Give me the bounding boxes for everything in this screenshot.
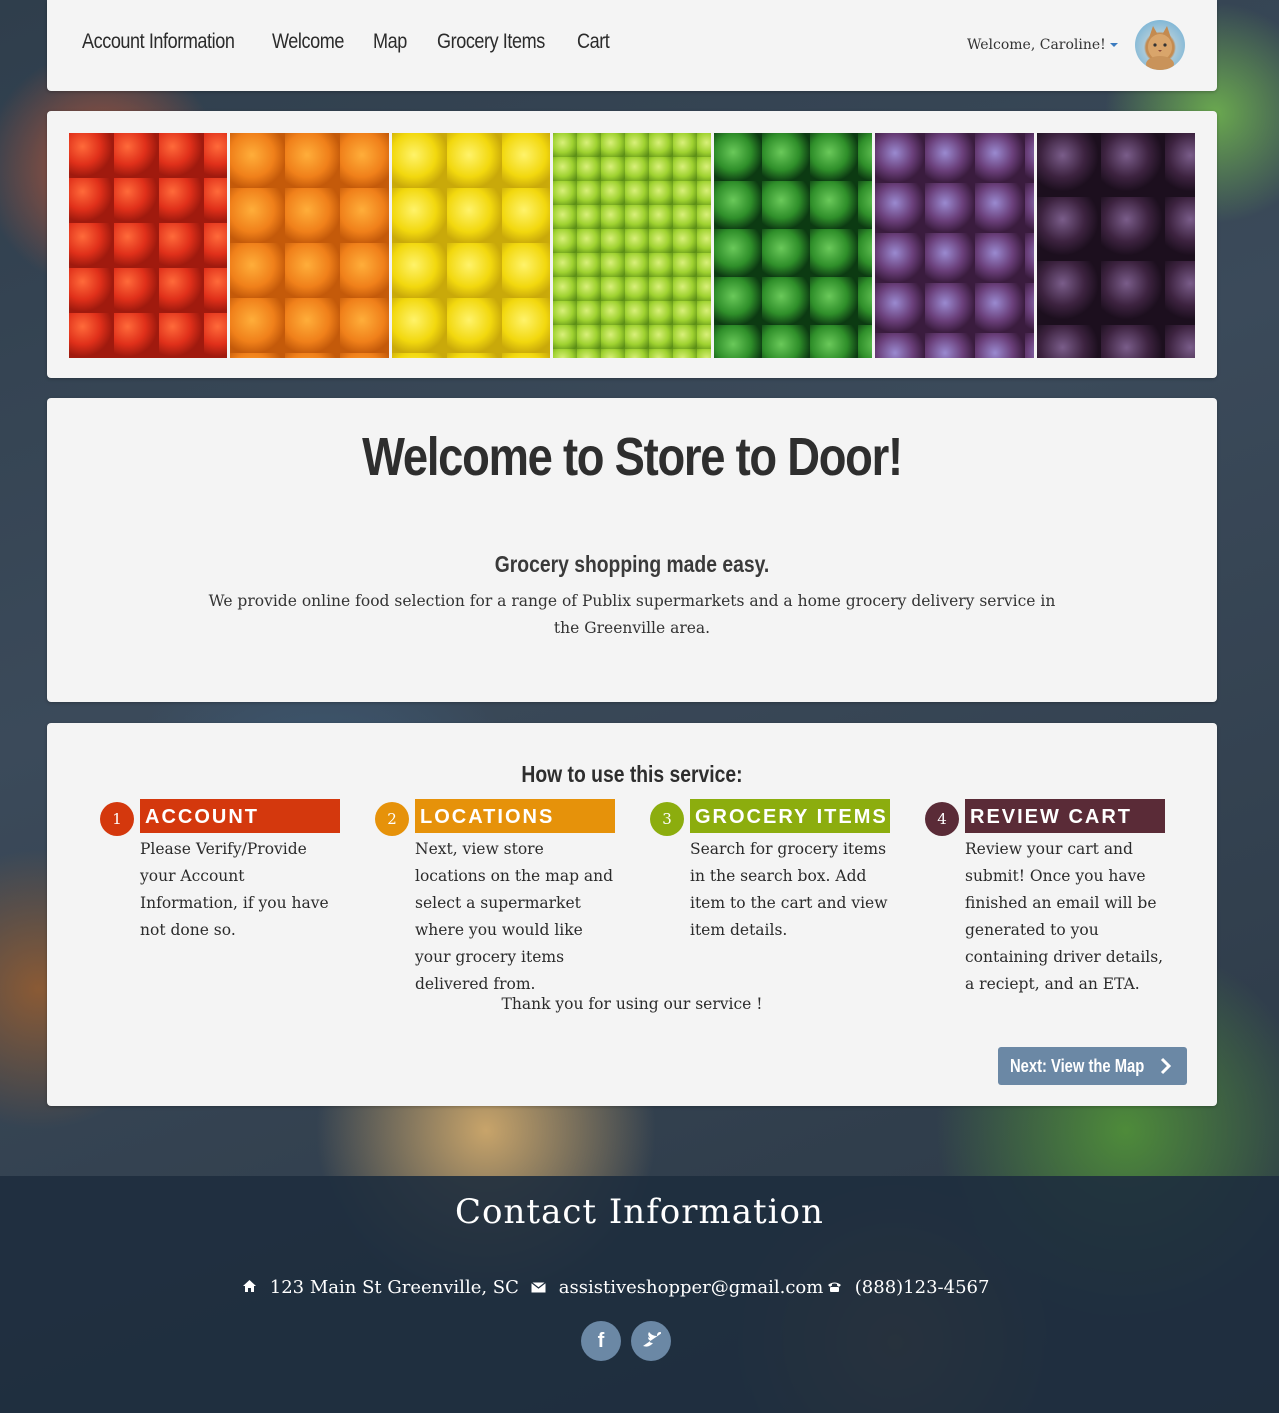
caret-down-icon[interactable] — [1110, 43, 1118, 47]
avatar[interactable] — [1135, 20, 1185, 70]
step-number: 4 — [925, 802, 959, 836]
nav-map[interactable]: Map — [373, 30, 407, 54]
produce-strip — [69, 133, 1195, 358]
step-heading: REVIEW CART — [965, 799, 1165, 833]
eggplants-image — [1036, 133, 1195, 358]
user-menu-toggle[interactable]: Welcome, Caroline! — [967, 37, 1106, 53]
email-text[interactable]: assistiveshopper@gmail.com — [559, 1277, 824, 1298]
cat-avatar-icon — [1146, 26, 1174, 70]
next-view-map-button[interactable]: Next: View the Map — [998, 1047, 1187, 1085]
contact-email: assistiveshopper@gmail.com — [531, 1277, 823, 1298]
step-text: Next, view store locations on the map an… — [415, 840, 614, 993]
twitter-icon[interactable] — [631, 1321, 671, 1361]
step-heading: LOCATIONS — [415, 799, 615, 833]
address-text: 123 Main St Greenville, SC — [269, 1277, 519, 1298]
envelope-icon — [531, 1279, 551, 1297]
next-button-label: Next: View the Map — [1010, 1056, 1145, 1076]
page-title: Welcome to Store to Door! — [362, 427, 903, 487]
facebook-icon[interactable]: f — [581, 1321, 621, 1361]
step-text: Search for grocery items in the search b… — [690, 840, 888, 939]
navbar: Account Information Welcome Map Grocery … — [47, 0, 1217, 91]
service-description: We provide online food selection for a r… — [208, 592, 1056, 637]
thank-you-text: Thank you for using our service ! — [501, 995, 763, 1013]
oranges-image — [230, 133, 389, 358]
home-icon — [242, 1279, 262, 1297]
nav-cart[interactable]: Cart — [577, 30, 610, 54]
contact-title: Contact Information — [455, 1192, 824, 1232]
phone-icon — [827, 1279, 847, 1297]
footer: Contact Information 123 Main St Greenvil… — [0, 1176, 1279, 1413]
nav-welcome[interactable]: Welcome — [272, 30, 344, 54]
step-number: 1 — [100, 802, 134, 836]
step-text: Review your cart and submit! Once you ha… — [965, 840, 1164, 993]
welcome-panel: Welcome to Store to Door! Grocery shoppi… — [47, 398, 1217, 702]
grapes-image — [552, 133, 712, 358]
how-to-panel: How to use this service: 1 ACCOUNT Pleas… — [47, 723, 1217, 1106]
nav-account-information[interactable]: Account Information — [82, 30, 235, 54]
how-to-title: How to use this service: — [521, 761, 743, 787]
nav-grocery-items[interactable]: Grocery Items — [437, 30, 545, 54]
cucumbers-image — [714, 133, 873, 358]
plums-image — [875, 133, 1034, 358]
step-heading: ACCOUNT — [140, 799, 340, 833]
tagline: Grocery shopping made easy. — [494, 551, 770, 577]
step-text: Please Verify/Provide your Account Infor… — [140, 840, 329, 939]
tomatoes-image — [69, 133, 228, 358]
produce-banner — [47, 111, 1217, 378]
lemons-image — [391, 133, 550, 358]
step-heading: GROCERY ITEMS — [690, 799, 890, 833]
contact-phone: (888)123-4567 — [827, 1277, 989, 1298]
step-number: 2 — [375, 802, 409, 836]
step-number: 3 — [650, 802, 684, 836]
phone-text[interactable]: (888)123-4567 — [855, 1277, 990, 1298]
contact-address: 123 Main St Greenville, SC — [242, 1277, 519, 1298]
chevron-right-icon — [1159, 1047, 1173, 1098]
